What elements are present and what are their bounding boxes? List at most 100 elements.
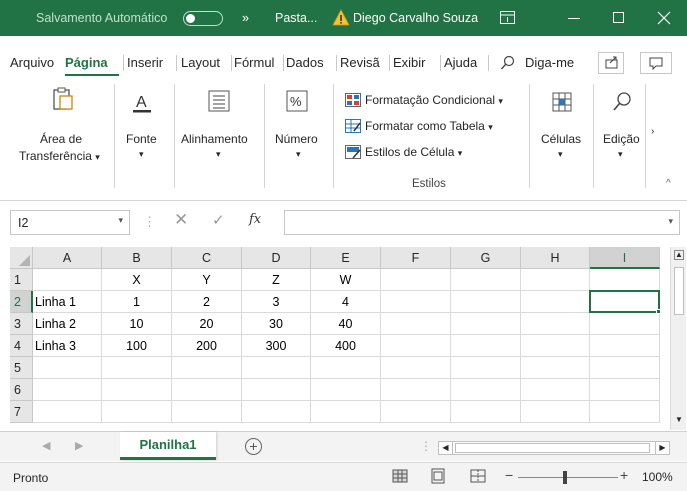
column-header-b[interactable]: B (102, 247, 172, 269)
cell-a4[interactable]: Linha 3 (33, 335, 102, 357)
worksheet-grid[interactable]: A B C D E F G H I 1 X Y Z W 2 Linha 1 1 2 3 4 3 Linha 2 10 20 30… (10, 247, 670, 430)
conditional-formatting-button[interactable]: Formatação Condicional ▾ (345, 91, 503, 109)
alignment-icon[interactable] (208, 90, 230, 112)
tab-inserir[interactable]: Inserir (127, 50, 173, 76)
cell-f5[interactable] (381, 357, 451, 379)
row-header-6[interactable]: 6 (10, 379, 33, 401)
close-icon[interactable] (655, 9, 673, 27)
normal-view-icon[interactable] (392, 468, 408, 484)
zoom-slider[interactable] (518, 477, 618, 478)
next-sheet-icon[interactable]: ▶ (75, 439, 83, 452)
expand-formula-bar-icon[interactable]: ▾ (668, 216, 673, 227)
cell-d6[interactable] (242, 379, 311, 401)
cell-styles-button[interactable]: Estilos de Célula ▾ (345, 143, 462, 161)
quick-access-more-icon[interactable]: » (242, 0, 249, 36)
fill-handle[interactable] (656, 309, 661, 314)
format-as-table-button[interactable]: Formatar como Tabela ▾ (345, 117, 493, 135)
tab-split-grip-icon[interactable]: ⋮ (420, 439, 432, 453)
number-label[interactable]: Número (275, 132, 318, 146)
cell-d4[interactable]: 300 (242, 335, 311, 357)
cell-h4[interactable] (521, 335, 590, 357)
cells-icon[interactable] (552, 92, 572, 112)
tell-me-box[interactable]: Diga-me (525, 50, 581, 76)
tab-formulas[interactable]: Fórmul (234, 50, 282, 76)
vertical-scroll-thumb[interactable] (674, 267, 684, 315)
column-header-d[interactable]: D (242, 247, 311, 269)
cell-g5[interactable] (451, 357, 521, 379)
column-header-i[interactable]: I (590, 247, 660, 269)
cell-d7[interactable] (242, 401, 311, 423)
cell-i6[interactable] (590, 379, 660, 401)
column-header-g[interactable]: G (451, 247, 521, 269)
zoom-out-button[interactable]: − (505, 467, 513, 483)
cell-c5[interactable] (172, 357, 242, 379)
number-format-icon[interactable]: % (286, 90, 308, 112)
cell-a7[interactable] (33, 401, 102, 423)
select-all-corner[interactable] (10, 247, 33, 269)
cell-b3[interactable]: 10 (102, 313, 172, 335)
cell-i5[interactable] (590, 357, 660, 379)
row-header-1[interactable]: 1 (10, 269, 33, 291)
sheet-tab-planilha1[interactable]: Planilha1 (120, 432, 216, 460)
tab-ajuda[interactable]: Ajuda (444, 50, 484, 76)
document-name[interactable]: Pasta... (275, 0, 317, 36)
cell-h5[interactable] (521, 357, 590, 379)
editing-label[interactable]: Edição (603, 132, 640, 146)
tab-revisao[interactable]: Revisã (340, 50, 387, 76)
cell-e6[interactable] (311, 379, 381, 401)
cell-c7[interactable] (172, 401, 242, 423)
editing-search-icon[interactable] (612, 90, 634, 112)
cell-h7[interactable] (521, 401, 590, 423)
zoom-level[interactable]: 100% (642, 470, 673, 484)
cell-e5[interactable] (311, 357, 381, 379)
cell-i1[interactable] (590, 269, 660, 291)
cell-f2[interactable] (381, 291, 451, 313)
column-header-f[interactable]: F (381, 247, 451, 269)
cell-d3[interactable]: 30 (242, 313, 311, 335)
user-name[interactable]: Diego Carvalho Souza (353, 0, 478, 36)
column-header-e[interactable]: E (311, 247, 381, 269)
cell-e4[interactable]: 400 (311, 335, 381, 357)
font-icon[interactable]: A (131, 91, 153, 115)
vertical-scrollbar[interactable]: ▲ ▼ (670, 247, 686, 430)
cell-e2[interactable]: 4 (311, 291, 381, 313)
ribbon-more-icon[interactable]: › (651, 126, 654, 137)
column-header-a[interactable]: A (33, 247, 102, 269)
cell-c3[interactable]: 20 (172, 313, 242, 335)
cell-e3[interactable]: 40 (311, 313, 381, 335)
insert-function-icon[interactable]: fx (249, 212, 261, 227)
scroll-right-icon[interactable]: ▶ (655, 442, 669, 454)
column-header-c[interactable]: C (172, 247, 242, 269)
cell-c6[interactable] (172, 379, 242, 401)
share-button[interactable] (598, 52, 624, 74)
page-layout-view-icon[interactable] (430, 468, 446, 484)
page-break-preview-icon[interactable] (470, 468, 486, 484)
scroll-left-icon[interactable]: ◀ (439, 442, 453, 454)
tab-layout[interactable]: Layout (181, 50, 227, 76)
horizontal-scrollbar[interactable]: ◀ ▶ (438, 441, 670, 455)
zoom-in-button[interactable]: + (620, 467, 628, 483)
cell-h3[interactable] (521, 313, 590, 335)
cell-e7[interactable] (311, 401, 381, 423)
tab-arquivo[interactable]: Arquivo (10, 50, 60, 76)
cell-h1[interactable] (521, 269, 590, 291)
cell-a5[interactable] (33, 357, 102, 379)
clipboard-label-line1[interactable]: Área de (40, 132, 82, 146)
minimize-icon[interactable] (568, 18, 580, 19)
cell-f7[interactable] (381, 401, 451, 423)
cell-b7[interactable] (102, 401, 172, 423)
ribbon-display-options-icon[interactable] (500, 11, 515, 24)
cell-f3[interactable] (381, 313, 451, 335)
cell-b4[interactable]: 100 (102, 335, 172, 357)
cell-i4[interactable] (590, 335, 660, 357)
cell-a3[interactable]: Linha 2 (33, 313, 102, 335)
search-icon[interactable] (500, 55, 516, 71)
cell-f1[interactable] (381, 269, 451, 291)
cell-f6[interactable] (381, 379, 451, 401)
cell-g2[interactable] (451, 291, 521, 313)
cell-a6[interactable] (33, 379, 102, 401)
cell-h6[interactable] (521, 379, 590, 401)
cell-e1[interactable]: W (311, 269, 381, 291)
tab-pagina[interactable]: Página (65, 50, 119, 76)
cell-d2[interactable]: 3 (242, 291, 311, 313)
